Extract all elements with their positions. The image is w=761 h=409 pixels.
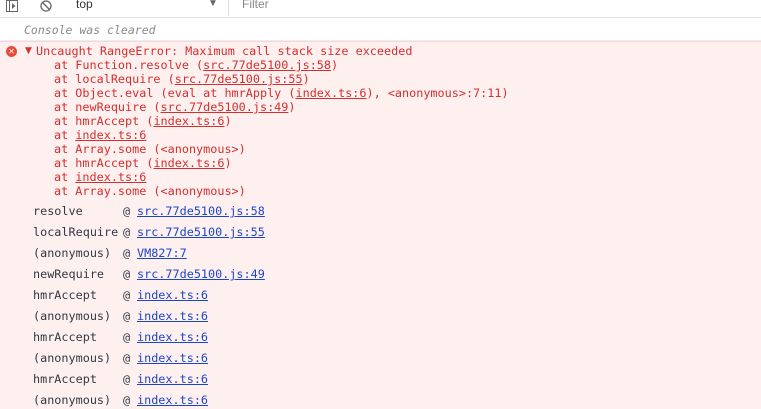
call-frame-link[interactable]: index.ts:6	[137, 391, 208, 409]
stack-line-text: at Function.resolve (	[54, 58, 204, 72]
stack-line-text: at Object.eval (eval at hmrApply (	[54, 86, 296, 100]
stack-line: at localRequire (src.77de5100.js:55)	[54, 72, 310, 86]
console-cleared-message: Console was cleared	[0, 18, 761, 41]
stack-line-text: at Array.some (<anonymous>)	[54, 142, 246, 156]
stack-source-link[interactable]: src.77de5100.js:58	[203, 58, 331, 72]
context-selector[interactable]: top	[76, 0, 93, 11]
call-frame-at: @	[123, 204, 131, 218]
call-frame-function: hmrAccept	[33, 288, 97, 302]
call-frame-row: (anonymous) @ index.ts:6	[33, 307, 733, 325]
stack-line-text: at hmrAccept (	[54, 114, 154, 128]
call-frame-function: (anonymous)	[33, 246, 112, 260]
call-frame-at: @	[123, 372, 131, 386]
call-frame-function: (anonymous)	[33, 309, 112, 323]
stack-source-link[interactable]: index.ts:6	[75, 128, 146, 142]
stack-line: at hmrAccept (index.ts:6)	[54, 156, 232, 170]
stack-line-suffix: )	[288, 100, 296, 114]
call-frame-function: hmrAccept	[33, 372, 97, 386]
call-frame-at: @	[123, 393, 131, 407]
call-frame-at: @	[123, 225, 131, 239]
stack-source-link[interactable]: src.77de5100.js:55	[175, 72, 303, 86]
expand-triangle-icon[interactable]: ▼	[25, 46, 32, 56]
call-frame-at: @	[123, 330, 131, 344]
stack-source-link[interactable]: src.77de5100.js:49	[161, 100, 289, 114]
console-toolbar: top ▼ Filter	[0, 0, 761, 18]
call-frame-function: resolve	[33, 204, 83, 218]
stack-line: at Array.some (<anonymous>)	[54, 142, 246, 156]
stack-source-link[interactable]: index.ts:6	[153, 114, 224, 128]
call-frame-row: newRequire @ src.77de5100.js:49	[33, 265, 733, 283]
call-frame-link[interactable]: index.ts:6	[137, 370, 208, 388]
stack-line-text: at Array.some (<anonymous>)	[54, 184, 246, 198]
stack-line-text: at localRequire (	[54, 72, 175, 86]
stack-line-suffix: )	[302, 72, 310, 86]
call-frame-at: @	[123, 246, 131, 260]
call-frame-function: (anonymous)	[33, 351, 112, 365]
clear-console-icon[interactable]	[40, 0, 52, 12]
stack-source-link[interactable]: index.ts:6	[75, 170, 146, 184]
call-frame-link[interactable]: src.77de5100.js:49	[137, 265, 265, 283]
call-frame-function: localRequire	[33, 225, 119, 239]
filter-input[interactable]: Filter	[242, 0, 269, 11]
stack-line-suffix: )	[331, 58, 339, 72]
call-frame-at: @	[123, 267, 131, 281]
call-frame-link[interactable]: index.ts:6	[137, 307, 208, 325]
call-frame-row: (anonymous) @ VM827:7	[33, 244, 733, 262]
toolbar-divider	[228, 0, 229, 16]
call-frame-link[interactable]: src.77de5100.js:58	[137, 202, 265, 220]
call-frame-function: hmrAccept	[33, 330, 97, 344]
stack-line: at newRequire (src.77de5100.js:49)	[54, 100, 296, 114]
sidebar-toggle-icon[interactable]	[6, 0, 18, 12]
stack-line-text: at newRequire (	[54, 100, 161, 114]
call-frame-row: hmrAccept @ index.ts:6	[33, 286, 733, 304]
stack-line: at hmrAccept (index.ts:6)	[54, 114, 232, 128]
error-icon: ✕	[6, 46, 17, 57]
call-frame-link[interactable]: index.ts:6	[137, 328, 208, 346]
call-frame-row: (anonymous) @ index.ts:6	[33, 349, 733, 367]
call-frame-link[interactable]: VM827:7	[137, 244, 187, 262]
stack-line: at index.ts:6	[54, 128, 146, 142]
stack-line-text: at hmrAccept (	[54, 156, 154, 170]
call-frame-function: newRequire	[33, 267, 105, 281]
call-frame-row: resolve @ src.77de5100.js:58	[33, 202, 733, 220]
call-frame-function: (anonymous)	[33, 393, 112, 407]
stack-line-suffix: ), <anonymous>:7:11)	[366, 86, 509, 100]
stack-line-suffix: )	[224, 114, 232, 128]
call-frame-link[interactable]: index.ts:6	[137, 349, 208, 367]
stack-line-text: at	[54, 170, 76, 184]
stack-line-text: at	[54, 128, 76, 142]
call-frame-row: hmrAccept @ index.ts:6	[33, 328, 733, 346]
cleared-text: Console was cleared	[24, 23, 156, 37]
stack-line: at Array.some (<anonymous>)	[54, 184, 246, 198]
call-frame-at: @	[123, 288, 131, 302]
call-frame-link[interactable]: src.77de5100.js:55	[137, 223, 265, 241]
stack-line: at Function.resolve (src.77de5100.js:58)	[54, 58, 338, 72]
call-frame-at: @	[123, 309, 131, 323]
error-header: Uncaught RangeError: Maximum call stack …	[36, 44, 413, 58]
stack-line-suffix: )	[224, 156, 232, 170]
call-frame-row: localRequire @ src.77de5100.js:55	[33, 223, 733, 241]
stack-line: at index.ts:6	[54, 170, 146, 184]
call-frame-row: hmrAccept @ index.ts:6	[33, 370, 733, 388]
stack-source-link[interactable]: index.ts:6	[153, 156, 224, 170]
error-message: ✕ ▼ Uncaught RangeError: Maximum call st…	[0, 41, 761, 409]
stack-line: at Object.eval (eval at hmrApply (index.…	[54, 86, 509, 100]
call-frame-at: @	[123, 351, 131, 365]
call-frame-row: (anonymous) @ index.ts:6	[33, 391, 733, 409]
call-frame-link[interactable]: index.ts:6	[137, 286, 208, 304]
chevron-down-icon[interactable]: ▼	[208, 0, 218, 9]
stack-source-link[interactable]: index.ts:6	[295, 86, 366, 100]
